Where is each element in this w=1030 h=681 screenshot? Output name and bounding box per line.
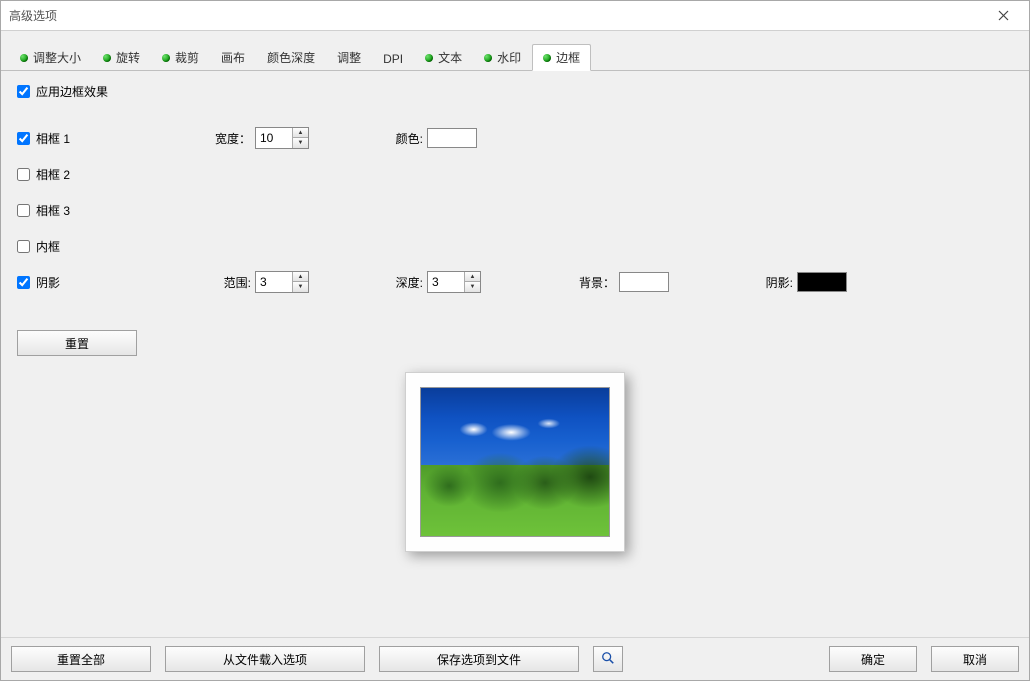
apply-border-label: 应用边框效果 — [36, 83, 108, 100]
apply-border-checkbox[interactable] — [17, 85, 30, 98]
range-down-button[interactable]: ▼ — [293, 282, 308, 292]
reset-button[interactable]: 重置 — [17, 330, 137, 356]
color-swatch[interactable] — [427, 128, 477, 148]
shadow-color-swatch[interactable] — [797, 272, 847, 292]
frame-3-label: 相框 3 — [36, 202, 70, 219]
depth-input[interactable] — [428, 272, 464, 292]
shadow-label: 阴影 — [36, 274, 60, 291]
frame-2-checkbox[interactable] — [17, 168, 30, 181]
preview-frame — [405, 372, 625, 552]
width-up-button[interactable]: ▲ — [293, 128, 308, 138]
inner-frame-checkbox[interactable] — [17, 240, 30, 253]
bg-label: 背景： — [571, 274, 619, 291]
width-input[interactable] — [256, 128, 292, 148]
tab-content: 应用边框效果 相框 1 宽度： ▲ ▼ 颜色: — [1, 71, 1029, 637]
window-title: 高级选项 — [9, 7, 983, 24]
cancel-button[interactable]: 取消 — [931, 646, 1019, 672]
depth-label: 深度: — [379, 274, 427, 291]
tab-border[interactable]: 边框 — [532, 44, 591, 71]
status-dot-icon — [162, 54, 170, 62]
status-dot-icon — [20, 54, 28, 62]
frame-1-checkbox[interactable] — [17, 132, 30, 145]
tab-crop[interactable]: 裁剪 — [151, 44, 210, 70]
color-label: 颜色: — [379, 130, 427, 147]
load-from-file-button[interactable]: 从文件载入选项 — [165, 646, 365, 672]
frame-1-label: 相框 1 — [36, 130, 70, 147]
ok-button[interactable]: 确定 — [829, 646, 917, 672]
titlebar: 高级选项 — [1, 1, 1029, 31]
tabbar: 调整大小 旋转 裁剪 画布 颜色深度 调整 DPI 文本 水印 边框 — [1, 31, 1029, 71]
magnifier-icon — [601, 651, 615, 668]
width-spinner[interactable]: ▲ ▼ — [255, 127, 309, 149]
shadow-checkbox[interactable] — [17, 276, 30, 289]
reset-all-button[interactable]: 重置全部 — [11, 646, 151, 672]
width-label: 宽度： — [207, 130, 255, 147]
range-spinner[interactable]: ▲ ▼ — [255, 271, 309, 293]
advanced-options-dialog: 高级选项 调整大小 旋转 裁剪 画布 颜色深度 调整 DPI 文本 水印 边框 … — [0, 0, 1030, 681]
preview-area — [17, 372, 1013, 552]
tab-dpi[interactable]: DPI — [372, 47, 414, 70]
width-down-button[interactable]: ▼ — [293, 138, 308, 148]
frame-3-checkbox[interactable] — [17, 204, 30, 217]
close-button[interactable] — [983, 2, 1023, 30]
depth-down-button[interactable]: ▼ — [465, 282, 480, 292]
range-input[interactable] — [256, 272, 292, 292]
tab-canvas[interactable]: 画布 — [210, 44, 256, 70]
bg-swatch[interactable] — [619, 272, 669, 292]
shadow-color-label: 阴影: — [749, 274, 797, 291]
tab-adjust[interactable]: 调整 — [326, 44, 372, 70]
tab-watermark[interactable]: 水印 — [473, 44, 532, 70]
range-label: 范围: — [207, 274, 255, 291]
tab-color-depth[interactable]: 颜色深度 — [256, 44, 326, 70]
depth-spinner[interactable]: ▲ ▼ — [427, 271, 481, 293]
inner-frame-label: 内框 — [36, 238, 60, 255]
range-up-button[interactable]: ▲ — [293, 272, 308, 282]
preview-image — [420, 387, 610, 537]
status-dot-icon — [484, 54, 492, 62]
bottom-bar: 重置全部 从文件载入选项 保存选项到文件 确定 取消 — [1, 637, 1029, 680]
status-dot-icon — [103, 54, 111, 62]
save-to-file-button[interactable]: 保存选项到文件 — [379, 646, 579, 672]
preview-zoom-button[interactable] — [593, 646, 623, 672]
tab-resize[interactable]: 调整大小 — [9, 44, 92, 70]
status-dot-icon — [543, 54, 551, 62]
tab-rotate[interactable]: 旋转 — [92, 44, 151, 70]
status-dot-icon — [425, 54, 433, 62]
frame-2-label: 相框 2 — [36, 166, 70, 183]
depth-up-button[interactable]: ▲ — [465, 272, 480, 282]
tab-text[interactable]: 文本 — [414, 44, 473, 70]
